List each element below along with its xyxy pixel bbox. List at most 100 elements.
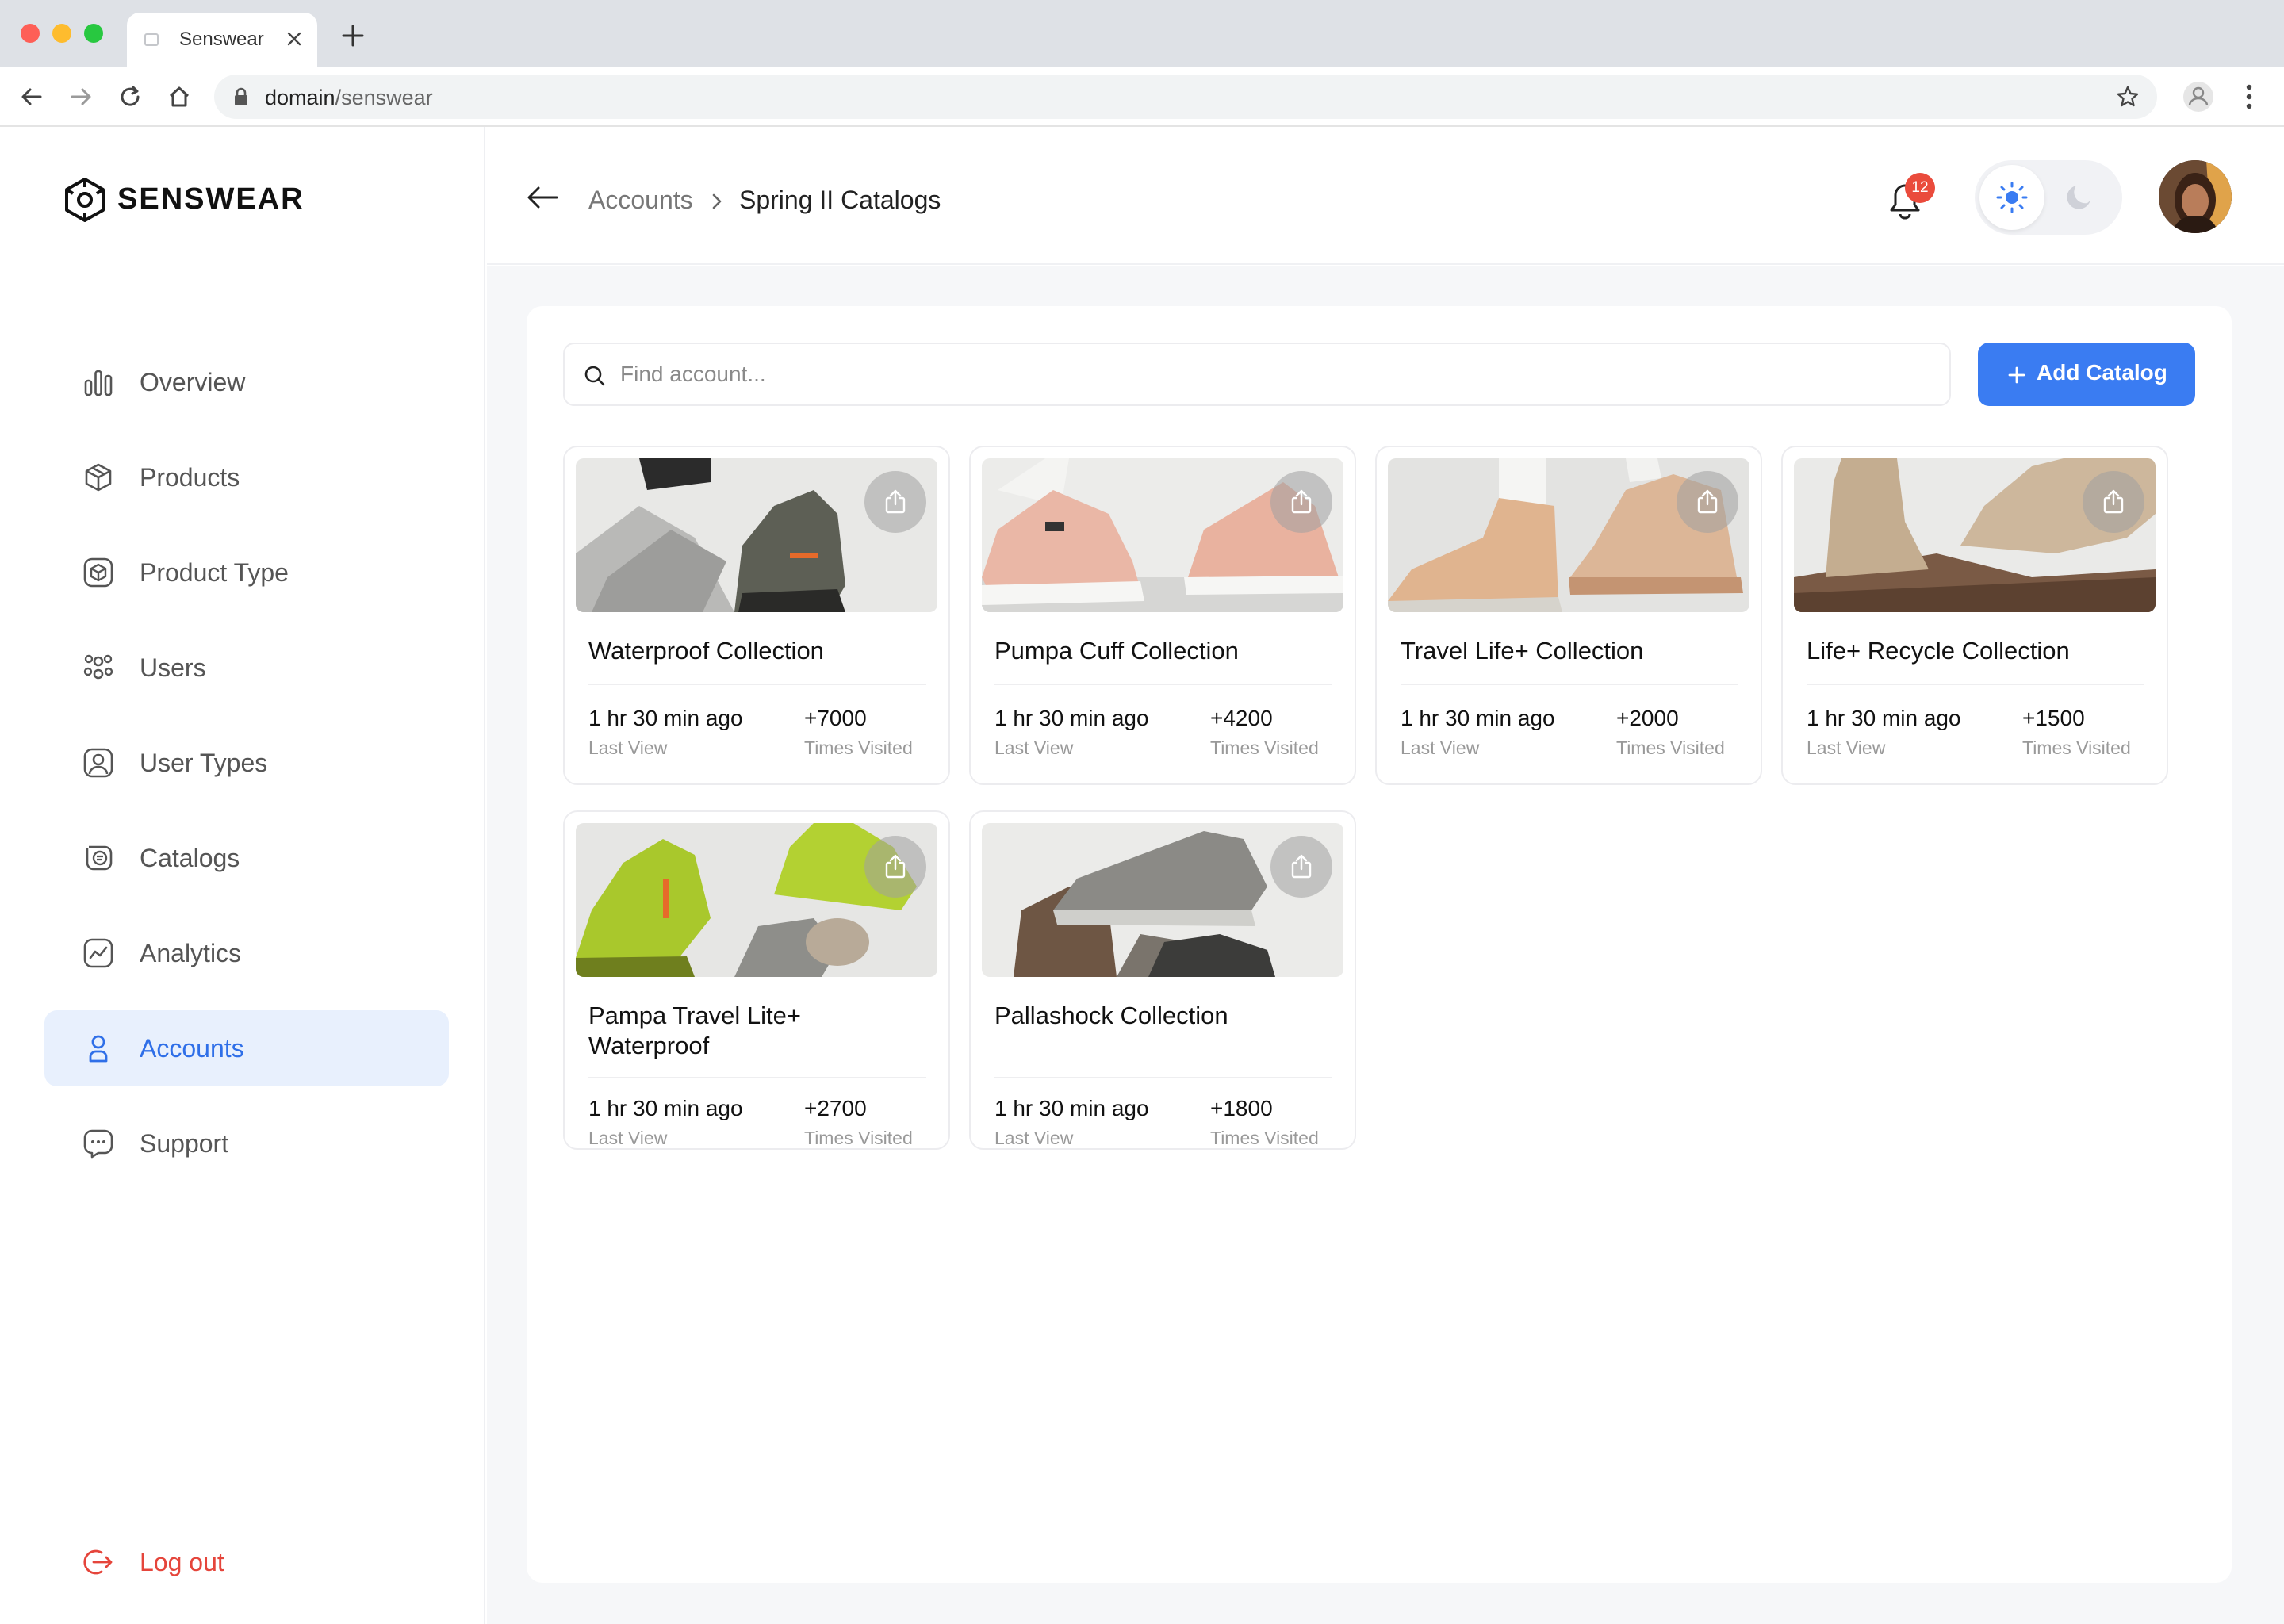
catalog-panel: Add Catalog Waterproof Collection 1 hr 3… xyxy=(527,306,2232,1583)
sidebar-item-analytics[interactable]: Analytics xyxy=(44,915,449,991)
sidebar-item-user-types[interactable]: User Types xyxy=(44,725,449,801)
close-icon[interactable] xyxy=(286,30,303,48)
share-icon xyxy=(2103,489,2124,514)
catalog-icon xyxy=(86,845,113,871)
browser-profile-icon[interactable] xyxy=(2182,81,2214,113)
window-close-button[interactable] xyxy=(21,24,40,43)
visits-label: Times Visited xyxy=(1210,1128,1319,1148)
share-button[interactable] xyxy=(1270,471,1332,533)
last-view-label: Last View xyxy=(994,737,1074,758)
avatar[interactable] xyxy=(2159,160,2232,233)
card-divider xyxy=(588,684,926,685)
window-maximize-button[interactable] xyxy=(84,24,103,43)
card-divider xyxy=(1401,684,1738,685)
sidebar-item-products[interactable]: Products xyxy=(44,439,449,515)
search-input[interactable] xyxy=(619,355,1919,393)
catalog-image xyxy=(982,823,1343,977)
breadcrumb-accounts-link[interactable]: Accounts xyxy=(588,186,693,215)
visits-value: +2000 xyxy=(1616,706,1679,730)
plus-icon xyxy=(2008,366,2025,384)
catalog-card[interactable]: Pumpa Cuff Collection 1 hr 30 min ago La… xyxy=(969,446,1356,785)
sidebar-item-overview[interactable]: Overview xyxy=(44,344,449,420)
box-square-icon xyxy=(83,557,113,588)
logout-button[interactable]: Log out xyxy=(44,1524,449,1600)
user-avatar-image xyxy=(2159,160,2232,233)
window-minimize-button[interactable] xyxy=(52,24,71,43)
address-bar: domain/senswear xyxy=(0,67,2284,127)
users-icon xyxy=(83,654,113,680)
share-button[interactable] xyxy=(864,471,926,533)
catalog-image xyxy=(1388,458,1749,612)
share-button[interactable] xyxy=(2083,471,2144,533)
theme-toggle[interactable] xyxy=(1975,160,2122,235)
logout-label: Log out xyxy=(140,1548,224,1576)
sidebar-item-support[interactable]: Support xyxy=(44,1105,449,1182)
last-view-value: 1 hr 30 min ago xyxy=(1401,706,1555,730)
share-button[interactable] xyxy=(1677,471,1738,533)
visits-value: +1800 xyxy=(1210,1096,1273,1120)
user-square-icon xyxy=(83,748,113,778)
share-icon xyxy=(1291,489,1312,514)
favicon-icon xyxy=(144,33,159,46)
forward-arrow-icon[interactable] xyxy=(68,84,94,109)
catalog-image xyxy=(576,823,937,977)
breadcrumb-current: Spring II Catalogs xyxy=(739,186,941,214)
last-view-label: Last View xyxy=(994,1128,1074,1148)
card-divider xyxy=(994,1077,1332,1078)
card-divider xyxy=(1807,684,2144,685)
bookmark-star-icon[interactable] xyxy=(2116,85,2140,109)
catalog-card[interactable]: Pampa Travel Lite+ Waterproof 1 hr 30 mi… xyxy=(563,810,950,1150)
sidebar-item-label: Products xyxy=(140,463,240,492)
visits-label: Times Visited xyxy=(1210,737,1319,758)
browser-menu-icon[interactable] xyxy=(2244,82,2254,111)
card-title: Pumpa Cuff Collection xyxy=(994,637,1239,665)
sidebar-item-catalogs[interactable]: Catalogs xyxy=(44,820,449,896)
sun-icon xyxy=(1996,182,2028,213)
card-title: Pampa Travel Lite+ Waterproof xyxy=(588,1002,801,1059)
browser-tab-bar: Senswear xyxy=(0,0,2284,67)
card-divider xyxy=(588,1077,926,1078)
share-button[interactable] xyxy=(1270,836,1332,898)
last-view-value: 1 hr 30 min ago xyxy=(994,1096,1149,1120)
back-arrow-icon[interactable] xyxy=(19,84,44,109)
sidebar-item-label: Accounts xyxy=(140,1034,244,1063)
visits-label: Times Visited xyxy=(804,737,913,758)
reload-icon[interactable] xyxy=(117,84,143,109)
url-field[interactable]: domain/senswear xyxy=(214,75,2157,119)
catalog-card[interactable]: Travel Life+ Collection 1 hr 30 min ago … xyxy=(1375,446,1762,785)
catalog-card[interactable]: Waterproof Collection 1 hr 30 min ago La… xyxy=(563,446,950,785)
sidebar-item-accounts[interactable]: Accounts xyxy=(44,1010,449,1086)
sidebar-item-label: Product Type xyxy=(140,558,289,587)
lock-icon xyxy=(235,87,247,105)
sidebar-item-users[interactable]: Users xyxy=(44,630,449,706)
last-view-value: 1 hr 30 min ago xyxy=(588,706,743,730)
bar-chart-icon xyxy=(84,370,113,396)
last-view-value: 1 hr 30 min ago xyxy=(1807,706,1961,730)
last-view-label: Last View xyxy=(1807,737,1886,758)
sidebar-item-label: Overview xyxy=(140,368,246,396)
visits-value: +7000 xyxy=(804,706,867,730)
light-mode-button[interactable] xyxy=(1979,165,2044,230)
analytics-icon xyxy=(83,938,113,968)
back-arrow-icon[interactable] xyxy=(527,186,558,209)
browser-tab[interactable]: Senswear xyxy=(127,13,317,67)
visits-value: +1500 xyxy=(2022,706,2085,730)
card-divider xyxy=(994,684,1332,685)
catalog-card[interactable]: Pallashock Collection 1 hr 30 min ago La… xyxy=(969,810,1356,1150)
sidebar-item-label: Users xyxy=(140,653,206,682)
share-button[interactable] xyxy=(864,836,926,898)
last-view-label: Last View xyxy=(588,737,668,758)
sidebar-item-product-type[interactable]: Product Type xyxy=(44,534,449,611)
moon-icon[interactable] xyxy=(2064,181,2095,213)
top-header: Accounts Spring II Catalogs 12 xyxy=(487,127,2284,265)
visits-label: Times Visited xyxy=(804,1128,913,1148)
search-field[interactable] xyxy=(563,343,1951,406)
last-view-value: 1 hr 30 min ago xyxy=(994,706,1149,730)
card-title: Pallashock Collection xyxy=(994,1002,1228,1029)
catalog-card[interactable]: Life+ Recycle Collection 1 hr 30 min ago… xyxy=(1781,446,2168,785)
sidebar-item-label: Support xyxy=(140,1129,229,1158)
new-tab-icon[interactable] xyxy=(341,24,365,48)
card-title: Life+ Recycle Collection xyxy=(1807,637,2070,665)
home-icon[interactable] xyxy=(167,84,192,109)
add-catalog-button[interactable]: Add Catalog xyxy=(1978,343,2195,406)
